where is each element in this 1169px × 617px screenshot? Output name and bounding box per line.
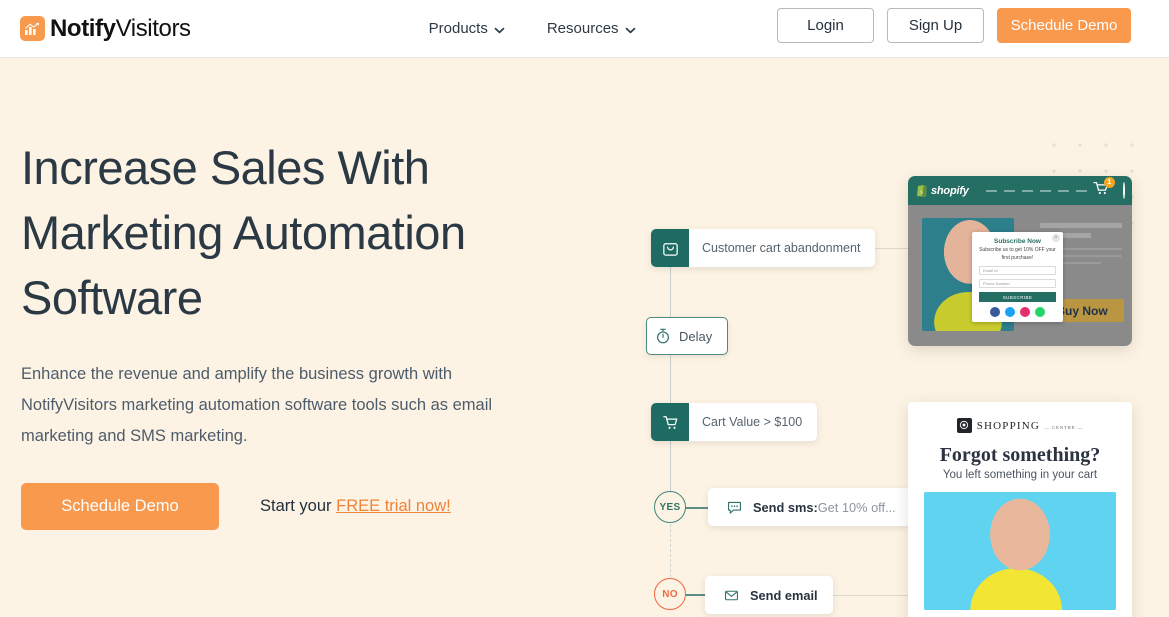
header-actions: Login Sign Up Schedule Demo <box>777 8 1131 43</box>
email-brand-text: SHOPPING — CENTRE — <box>977 416 1084 434</box>
flow-connector-yes <box>685 507 710 509</box>
shopping-centre-logo-icon <box>956 417 972 433</box>
email-hero-image <box>924 492 1116 610</box>
flow-node-label: Delay <box>679 328 713 344</box>
main-nav: Products Resources <box>429 20 636 37</box>
flow-node-cart-abandonment[interactable]: Customer cart abandonment <box>651 229 876 267</box>
logo-text-bold: Notify <box>50 14 116 42</box>
flow-branch-no[interactable]: NO <box>654 578 686 610</box>
shopify-topbar: s shopify 1 <box>908 176 1132 205</box>
shopify-store-mockup: s shopify 1 Buy Now × Subscribe Now Subs… <box>908 176 1132 346</box>
cart-count-badge: 1 <box>1103 176 1115 188</box>
flow-branch-label: NO <box>662 588 678 600</box>
popup-subtitle: Subscribe us to get 10% OFF your first p… <box>979 247 1056 261</box>
nav-item-resources[interactable]: Resources <box>547 20 636 37</box>
flow-node-cart-value[interactable]: Cart Value > $100 <box>651 403 818 441</box>
flow-connector-3 <box>670 440 671 492</box>
flow-node-label: Send email <box>747 576 833 614</box>
email-heading: Forgot something? <box>939 444 1101 466</box>
shopify-brand-text: shopify <box>931 184 969 197</box>
site-header: NotifyVisitors Products Resources Login … <box>0 0 1169 58</box>
twitter-icon[interactable] <box>1005 307 1015 317</box>
instagram-icon[interactable] <box>1020 307 1030 317</box>
flow-node-label-rest: Get 10% off... <box>817 499 896 515</box>
flow-node-send-email[interactable]: Send email <box>705 576 833 614</box>
flow-node-label-bold: Send email <box>750 587 818 603</box>
signup-button[interactable]: Sign Up <box>887 8 984 43</box>
flow-connector-2 <box>670 354 671 403</box>
logo-text: NotifyVisitors <box>50 15 191 43</box>
close-icon[interactable]: × <box>1052 234 1060 242</box>
shopping-bag-icon <box>651 229 689 267</box>
logo-text-light: Visitors <box>115 14 191 42</box>
flow-node-label: Cart Value > $100 <box>702 415 803 429</box>
nav-item-products[interactable]: Products <box>429 20 505 37</box>
login-button[interactable]: Login <box>777 8 874 43</box>
subscribe-popup: × Subscribe Now Subscribe us to get 10% … <box>972 232 1063 322</box>
popup-title: Subscribe Now <box>994 238 1041 245</box>
email-subheading: You left something in your cart <box>942 469 1098 481</box>
nav-label-products: Products <box>428 20 488 37</box>
email-brand-sub: — CENTRE — <box>1044 425 1084 430</box>
whatsapp-icon[interactable] <box>1035 307 1045 317</box>
stopwatch-icon <box>647 318 679 354</box>
flow-node-delay[interactable]: Delay <box>646 317 729 355</box>
subscribe-button[interactable]: SUBSCRIBE <box>979 292 1056 302</box>
schedule-demo-button-header[interactable]: Schedule Demo <box>997 8 1131 43</box>
email-brand: SHOPPING — CENTRE — <box>924 416 1116 434</box>
nav-label-resources: Resources <box>546 20 619 37</box>
shopify-nav-placeholder <box>985 189 1087 192</box>
site-logo[interactable]: NotifyVisitors <box>20 15 191 43</box>
facebook-icon[interactable] <box>990 307 1000 317</box>
flow-node-send-sms[interactable]: Send sms: Get 10% off... <box>708 488 911 526</box>
flow-node-label: Customer cart abandonment <box>702 241 861 255</box>
chevron-down-icon <box>625 23 636 34</box>
envelope-icon <box>715 576 747 614</box>
flow-branch-label: YES <box>659 501 681 513</box>
flow-connector-dashed <box>670 524 671 577</box>
popup-social-row <box>979 307 1056 317</box>
chevron-down-icon <box>494 23 505 34</box>
shopify-bag-icon: s <box>917 184 927 197</box>
flow-branch-yes[interactable]: YES <box>654 491 686 523</box>
email-field[interactable]: Email Id <box>979 266 1056 275</box>
cart-icon[interactable]: 1 <box>1093 176 1115 201</box>
shopify-page-body: Buy Now × Subscribe Now Subscribe us to … <box>908 205 1132 346</box>
email-mockup: SHOPPING — CENTRE — Forgot something? Yo… <box>908 402 1132 617</box>
phone-field[interactable]: Phone Number <box>979 279 1056 288</box>
flow-node-label-bold: Send sms: <box>753 499 818 515</box>
flow-connector-no <box>685 594 707 596</box>
bar-chart-icon <box>20 16 45 41</box>
shopify-logo: s shopify <box>916 184 969 198</box>
email-brand-name: SHOPPING <box>976 420 1041 432</box>
chat-bubble-icon <box>718 488 750 526</box>
avatar[interactable] <box>1122 182 1125 199</box>
hero-section: Increase Sales With Marketing Automation… <box>0 58 1169 617</box>
flow-node-label: Send sms: Get 10% off... <box>750 488 911 526</box>
shopping-cart-icon <box>651 403 689 441</box>
